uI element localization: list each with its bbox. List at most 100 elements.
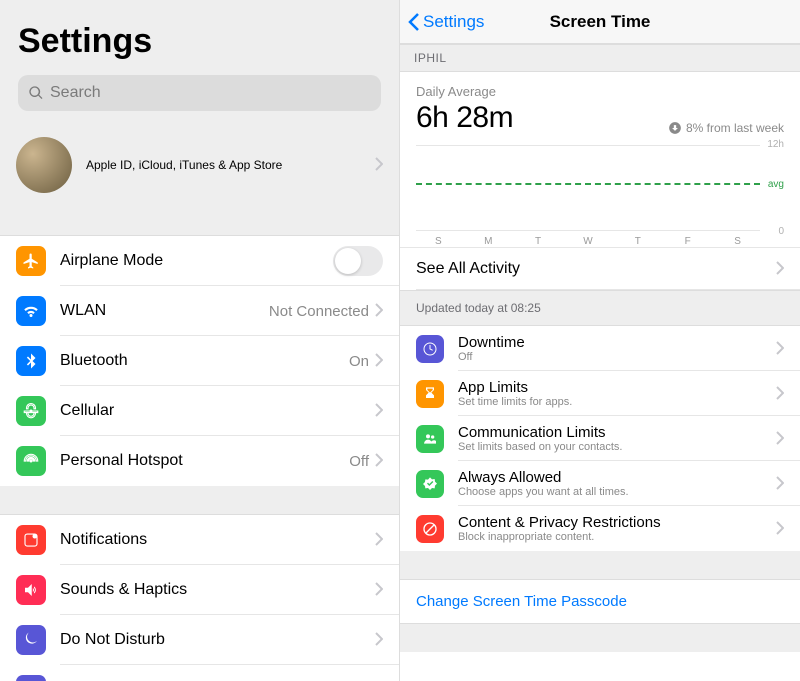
limit-sub: Set time limits for apps. <box>458 396 776 408</box>
connectivity-group: Airplane ModeWLANNot ConnectedBluetoothO… <box>0 235 399 486</box>
notif-row-0[interactable]: Notifications <box>0 515 399 565</box>
chevron-right-icon <box>375 452 383 470</box>
y-axis-top: 12h <box>767 139 784 150</box>
limit-sub: Off <box>458 351 776 363</box>
chevron-right-icon <box>776 520 784 538</box>
moon-icon <box>16 625 46 655</box>
limit-label: Downtime <box>458 334 776 351</box>
chevron-left-icon <box>408 12 420 32</box>
x-label: T <box>616 236 661 247</box>
downtime-icon <box>416 335 444 363</box>
chevron-right-icon <box>375 302 383 320</box>
settings-pane: Settings Search Apple ID, iCloud, iTunes… <box>0 0 400 681</box>
avatar <box>16 137 72 193</box>
row-label: Sounds & Haptics <box>60 581 375 599</box>
notif-row-2[interactable]: Do Not Disturb <box>0 615 399 665</box>
chevron-right-icon <box>375 156 383 174</box>
limits-group: DowntimeOffApp LimitsSet time limits for… <box>400 326 800 551</box>
cellular-icon <box>16 396 46 426</box>
limit-label: Content & Privacy Restrictions <box>458 514 776 531</box>
communication-icon <box>416 425 444 453</box>
row-value: Not Connected <box>269 303 369 320</box>
check-icon <box>416 470 444 498</box>
change-passcode-link[interactable]: Change Screen Time Passcode <box>400 579 800 624</box>
device-header: IPHIL <box>400 44 800 72</box>
limit-row-2[interactable]: Communication LimitsSet limits based on … <box>400 416 800 461</box>
chevron-right-icon <box>776 430 784 448</box>
chevron-right-icon <box>375 402 383 420</box>
daily-label: Daily Average <box>416 84 784 99</box>
limit-label: App Limits <box>458 379 776 396</box>
wifi-icon <box>16 296 46 326</box>
nav-title: Screen Time <box>550 12 651 32</box>
hotspot-icon <box>16 446 46 476</box>
daily-average-block: Daily Average 6h 28m 8% from last week <box>400 72 800 139</box>
row-label: Notifications <box>60 531 375 549</box>
search-input[interactable]: Search <box>18 75 381 111</box>
page-title: Settings <box>18 22 381 61</box>
row-label: Personal Hotspot <box>60 452 349 470</box>
row-label: Do Not Disturb <box>60 631 375 649</box>
connectivity-row-4[interactable]: Personal HotspotOff <box>0 436 399 486</box>
search-placeholder: Search <box>50 84 101 102</box>
chevron-right-icon <box>776 340 784 358</box>
row-label: WLAN <box>60 302 269 320</box>
see-all-label: See All Activity <box>416 260 776 278</box>
connectivity-row-2[interactable]: BluetoothOn <box>0 336 399 386</box>
connectivity-row-0[interactable]: Airplane Mode <box>0 236 399 286</box>
see-all-activity-row[interactable]: See All Activity <box>400 247 800 291</box>
limit-row-4[interactable]: Content & Privacy RestrictionsBlock inap… <box>400 506 800 551</box>
limit-row-3[interactable]: Always AllowedChoose apps you want at al… <box>400 461 800 506</box>
row-label: Cellular <box>60 402 375 420</box>
limit-label: Always Allowed <box>458 469 776 486</box>
limit-sub: Choose apps you want at all times. <box>458 486 776 498</box>
x-label: S <box>715 236 760 247</box>
screen-time-pane: Settings Screen Time IPHIL Daily Average… <box>400 0 800 681</box>
chevron-right-icon <box>776 385 784 403</box>
x-label: W <box>566 236 611 247</box>
hourglass-icon <box>416 380 444 408</box>
apple-id-sub: Apple ID, iCloud, iTunes & App Store <box>86 158 375 172</box>
limit-row-0[interactable]: DowntimeOff <box>400 326 800 371</box>
chevron-right-icon <box>375 631 383 649</box>
chevron-right-icon <box>776 475 784 493</box>
limit-row-1[interactable]: App LimitsSet time limits for apps. <box>400 371 800 416</box>
row-label: Bluetooth <box>60 352 349 370</box>
row-value: Off <box>349 453 369 470</box>
notifications-group: Notifications Sounds & Haptics Do Not Dist… <box>0 514 399 681</box>
back-button[interactable]: Settings <box>408 12 484 32</box>
toggle[interactable] <box>333 246 383 276</box>
updated-text: Updated today at 08:25 <box>400 291 800 326</box>
usage-chart[interactable]: 12h 0 avg SMTWTFS <box>416 145 784 245</box>
airplane-icon <box>16 246 46 276</box>
notif-row-1[interactable]: Sounds & Haptics <box>0 565 399 615</box>
row-value: On <box>349 353 369 370</box>
back-label: Settings <box>423 12 484 32</box>
chevron-right-icon <box>375 352 383 370</box>
bluetooth-icon <box>16 346 46 376</box>
notif-row-3[interactable]: Screen Time <box>0 665 399 681</box>
daily-value: 6h 28m <box>416 101 513 135</box>
apple-id-row[interactable]: Apple ID, iCloud, iTunes & App Store <box>0 123 399 207</box>
limit-label: Communication Limits <box>458 424 776 441</box>
x-label: T <box>516 236 561 247</box>
change-text: 8% from last week <box>686 121 784 135</box>
chevron-right-icon <box>776 260 784 278</box>
connectivity-row-3[interactable]: Cellular <box>0 386 399 436</box>
connectivity-row-1[interactable]: WLANNot Connected <box>0 286 399 336</box>
search-icon <box>28 85 44 101</box>
limit-sub: Set limits based on your contacts. <box>458 441 776 453</box>
sounds-icon <box>16 575 46 605</box>
restrict-icon <box>416 515 444 543</box>
x-label: M <box>466 236 511 247</box>
nav-bar: Settings Screen Time <box>400 0 800 44</box>
change-indicator: 8% from last week <box>668 121 784 135</box>
hourglass-icon <box>16 675 46 681</box>
notifications-icon <box>16 525 46 555</box>
avg-label: avg <box>768 179 784 190</box>
limit-sub: Block inappropriate content. <box>458 531 776 543</box>
x-label: F <box>665 236 710 247</box>
chevron-right-icon <box>375 531 383 549</box>
arrow-down-circle-icon <box>668 121 682 135</box>
y-axis-bot: 0 <box>778 226 784 237</box>
